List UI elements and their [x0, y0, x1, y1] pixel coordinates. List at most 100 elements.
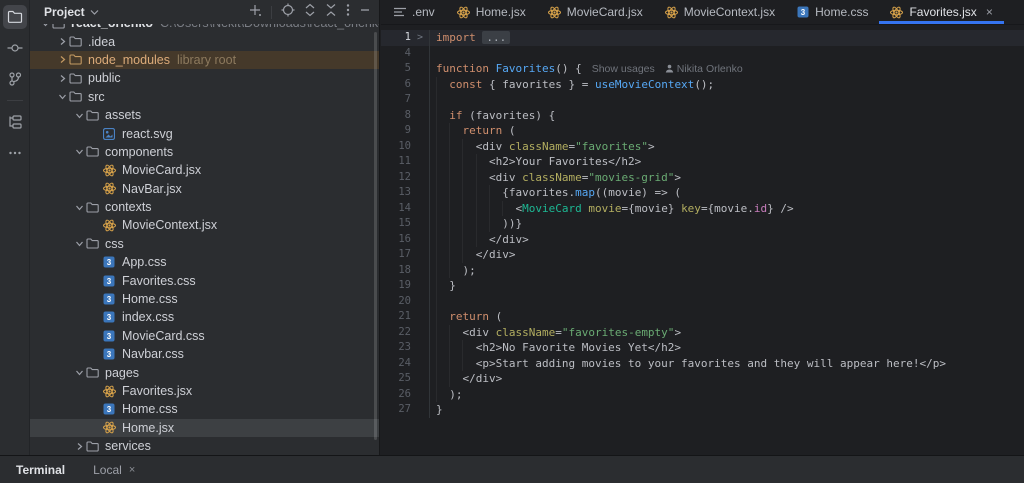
tree-item[interactable]: Favorites.jsx [30, 382, 379, 400]
project-tree[interactable]: react_orlenkoC:\Users\Nekit\Downloads\re… [30, 24, 379, 455]
indent-guide [462, 340, 463, 356]
show-usages-inlay[interactable]: Show usages [592, 63, 655, 75]
tree-item[interactable]: .idea [30, 32, 379, 50]
code-line: 12 <div className="movies-grid"> [381, 170, 1024, 186]
svg-text:3: 3 [107, 295, 112, 304]
react-file-icon [103, 219, 120, 232]
editor-tab[interactable]: .env [383, 0, 446, 24]
structure-icon[interactable] [3, 110, 27, 134]
code-line: 8 if (favorites) { [381, 108, 1024, 124]
indent-guide [462, 232, 463, 248]
tree-item[interactable]: 3MovieCard.css [30, 327, 379, 345]
code-line: 5function Favorites() {Show usagesNikita… [381, 61, 1024, 77]
tree-item[interactable]: css [30, 235, 379, 253]
tree-item[interactable]: NavBar.jsx [30, 180, 379, 198]
tree-item[interactable]: pages [30, 363, 379, 381]
line-number: 22 [381, 325, 411, 341]
tree-item[interactable]: react.svg [30, 124, 379, 142]
chevron-icon[interactable] [73, 147, 86, 156]
editor-tab[interactable]: Favorites.jsx × [879, 0, 1003, 24]
css-file-icon: 3 [103, 311, 120, 323]
chevron-icon[interactable] [56, 55, 69, 64]
terminal-tab-local[interactable]: Local × [93, 463, 135, 477]
indent-guide [462, 139, 463, 155]
tree-item[interactable]: MovieCard.jsx [30, 161, 379, 179]
code-text: } [429, 278, 1024, 294]
tree-item[interactable]: 3Home.css [30, 400, 379, 418]
code-line: 18 ); [381, 263, 1024, 279]
options-icon[interactable] [346, 3, 350, 22]
chevron-icon[interactable] [56, 74, 69, 83]
tree-item[interactable]: 3Favorites.css [30, 271, 379, 289]
chevron-icon[interactable] [73, 368, 86, 377]
code-line: 25 </div> [381, 371, 1024, 387]
chevron-icon[interactable] [73, 203, 86, 212]
tree-item-hint: library root [177, 53, 236, 67]
line-number: 26 [381, 387, 411, 403]
chevron-icon[interactable] [56, 92, 69, 101]
chevron-icon[interactable] [56, 37, 69, 46]
code-text: ))} [429, 216, 1024, 232]
editor-tab[interactable]: Home.jsx [446, 0, 537, 24]
tree-item[interactable]: Home.jsx [30, 419, 379, 437]
chevron-icon[interactable] [73, 239, 86, 248]
editor-tab[interactable]: MovieContext.jsx [654, 0, 786, 24]
tree-item-label: Home.css [122, 402, 178, 416]
folder-icon [69, 36, 86, 47]
terminal-button[interactable]: Terminal [16, 463, 65, 477]
folder-icon [69, 54, 86, 65]
chevron-icon[interactable] [73, 111, 86, 120]
collapse-all-icon[interactable] [325, 3, 337, 22]
close-icon[interactable]: × [129, 464, 135, 476]
close-icon[interactable]: × [986, 6, 993, 18]
expand-all-icon[interactable] [304, 3, 316, 22]
tree-item[interactable]: src [30, 88, 379, 106]
code-line: 11 <h2>Your Favorites</h2> [381, 154, 1024, 170]
author-inlay[interactable]: Nikita Orlenko [665, 63, 743, 75]
add-icon[interactable] [248, 3, 262, 22]
scrollbar[interactable] [374, 32, 377, 440]
indent-guide [449, 247, 450, 263]
tree-item[interactable]: components [30, 143, 379, 161]
tree-item-label: contexts [105, 200, 152, 214]
fold-column [411, 92, 429, 108]
hide-icon[interactable] [359, 3, 371, 21]
tree-item[interactable]: MovieContext.jsx [30, 216, 379, 234]
tree-item[interactable]: services [30, 437, 379, 455]
code-text: <div className="favorites-empty"> [429, 325, 1024, 341]
tree-item[interactable]: node_moduleslibrary root [30, 51, 379, 69]
tab-label: Favorites.jsx [909, 5, 976, 19]
chevron-down-icon[interactable] [90, 9, 99, 15]
line-number: 13 [381, 185, 411, 201]
locate-file-icon[interactable] [281, 3, 295, 22]
fold-column [411, 325, 429, 341]
more-tools-icon[interactable] [3, 141, 27, 165]
editor-tab[interactable]: 3Home.css [786, 0, 879, 24]
code-text: <h2>No Favorite Movies Yet</h2> [429, 340, 1024, 356]
tree-item[interactable]: contexts [30, 198, 379, 216]
commit-icon[interactable] [3, 36, 27, 60]
tree-item[interactable]: 3index.css [30, 308, 379, 326]
tree-item[interactable]: 3Home.css [30, 290, 379, 308]
react-icon [548, 6, 561, 19]
tree-item-label: Home.jsx [122, 421, 174, 435]
indent-guide [476, 185, 477, 201]
git-branches-icon[interactable] [3, 67, 27, 91]
project-folder-icon[interactable] [3, 5, 27, 29]
chevron-icon[interactable] [73, 442, 86, 451]
chevron-icon[interactable] [39, 24, 52, 28]
tree-item[interactable]: 3Navbar.css [30, 345, 379, 363]
editor-tab[interactable]: MovieCard.jsx [537, 0, 654, 24]
indent-guide [436, 216, 437, 232]
tree-item[interactable]: react_orlenkoC:\Users\Nekit\Downloads\re… [30, 24, 379, 32]
css-file-icon: 3 [103, 348, 120, 360]
project-panel-title[interactable]: Project [44, 5, 85, 19]
project-panel-header: Project [30, 0, 379, 24]
tree-item[interactable]: public [30, 69, 379, 87]
fold-arrow-icon[interactable]: > [411, 30, 429, 46]
tree-item[interactable]: assets [30, 106, 379, 124]
tree-item[interactable]: 3App.css [30, 253, 379, 271]
indent-guide [449, 201, 450, 217]
code-editor[interactable]: 1>import ...45function Favorites() {Show… [381, 26, 1024, 455]
code-line: 19 } [381, 278, 1024, 294]
